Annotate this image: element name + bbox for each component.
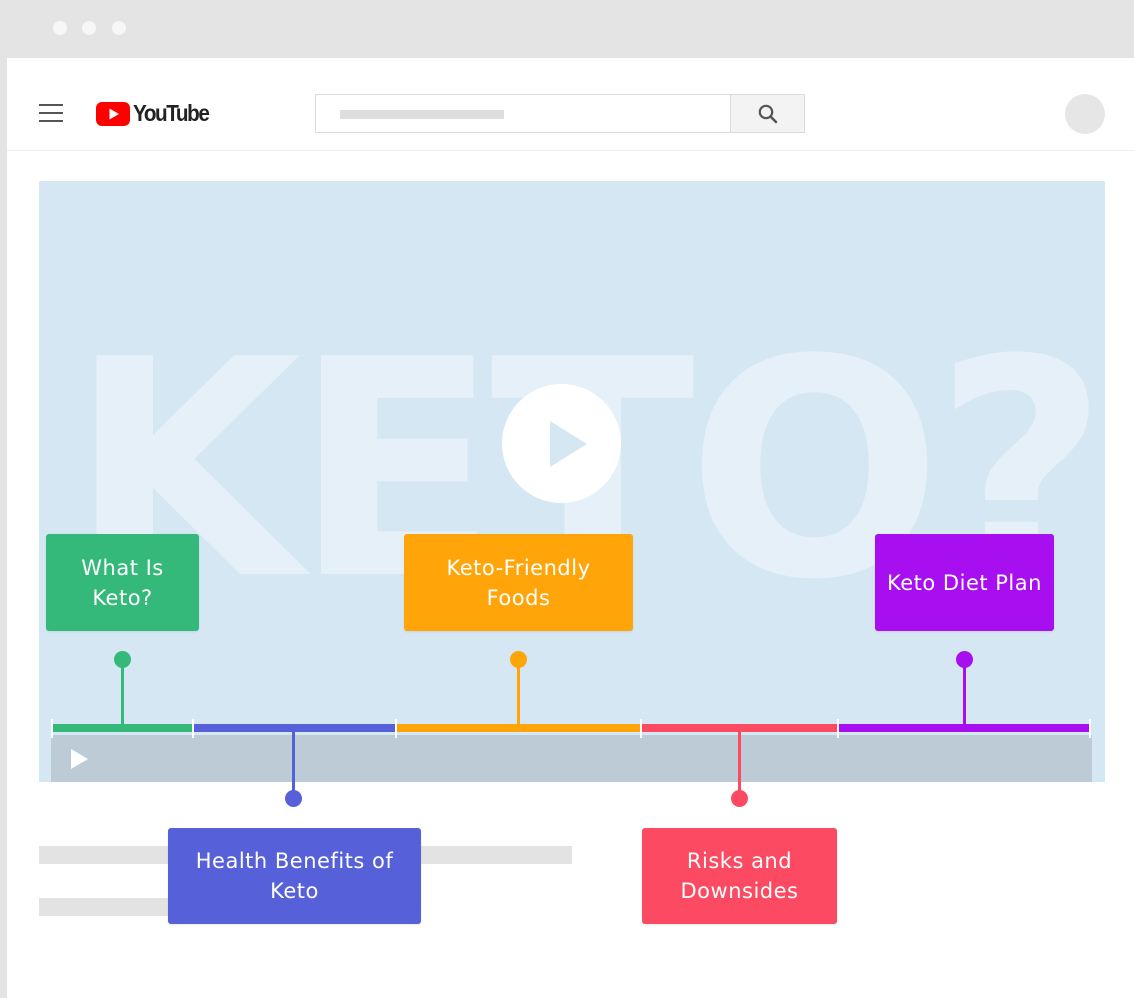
- timeline-tick: [1089, 719, 1091, 738]
- search-placeholder-bar: [340, 110, 504, 119]
- timeline-tick: [51, 719, 53, 738]
- big-play-button[interactable]: [502, 384, 621, 503]
- page: YouTube KETO?: [0, 0, 1134, 998]
- video-meta-placeholder: [39, 898, 179, 916]
- chapter-card-health-benefits[interactable]: Health Benefits of Keto: [168, 828, 421, 924]
- chapter-pin: [731, 790, 748, 807]
- chapter-connector: [738, 730, 741, 794]
- play-button-small-icon[interactable]: [71, 749, 89, 769]
- window-dot-close[interactable]: [53, 21, 67, 35]
- youtube-logo[interactable]: YouTube: [96, 100, 217, 127]
- chapter-pin: [114, 651, 131, 668]
- window-dot-maximize[interactable]: [112, 21, 126, 35]
- chapter-card-keto-friendly-foods[interactable]: Keto-Friendly Foods: [404, 534, 633, 631]
- site-header: YouTube: [7, 58, 1134, 151]
- timeline-tick: [192, 719, 194, 738]
- chapter-connector: [963, 664, 966, 726]
- chapter-pin: [510, 651, 527, 668]
- search-icon: [758, 104, 778, 124]
- player-control-bar: [51, 735, 1092, 782]
- timeline-tick: [395, 719, 397, 738]
- timeline-tick: [640, 719, 642, 738]
- youtube-play-logo-icon: [96, 101, 130, 126]
- search-button[interactable]: [730, 94, 805, 133]
- chapter-card-risks-downsides[interactable]: Risks and Downsides: [642, 828, 837, 924]
- chapter-card-keto-diet-plan[interactable]: Keto Diet Plan: [875, 534, 1054, 631]
- video-player[interactable]: KETO?: [39, 181, 1105, 782]
- chapter-connector: [292, 730, 295, 794]
- play-icon: [550, 421, 587, 467]
- search-input[interactable]: [315, 94, 731, 133]
- avatar[interactable]: [1065, 94, 1105, 134]
- youtube-wordmark: YouTube: [133, 100, 210, 126]
- chapter-card-what-is-keto[interactable]: What Is Keto?: [46, 534, 199, 631]
- chapter-pin: [285, 790, 302, 807]
- window-dot-minimize[interactable]: [82, 21, 96, 35]
- chapter-connector: [517, 664, 520, 726]
- hamburger-menu-icon[interactable]: [39, 104, 63, 122]
- chapter-connector: [121, 664, 124, 726]
- chapter-pin: [956, 651, 973, 668]
- browser-titlebar: [0, 0, 1134, 58]
- browser-frame-edge: [0, 58, 7, 998]
- timeline-tick: [837, 719, 839, 738]
